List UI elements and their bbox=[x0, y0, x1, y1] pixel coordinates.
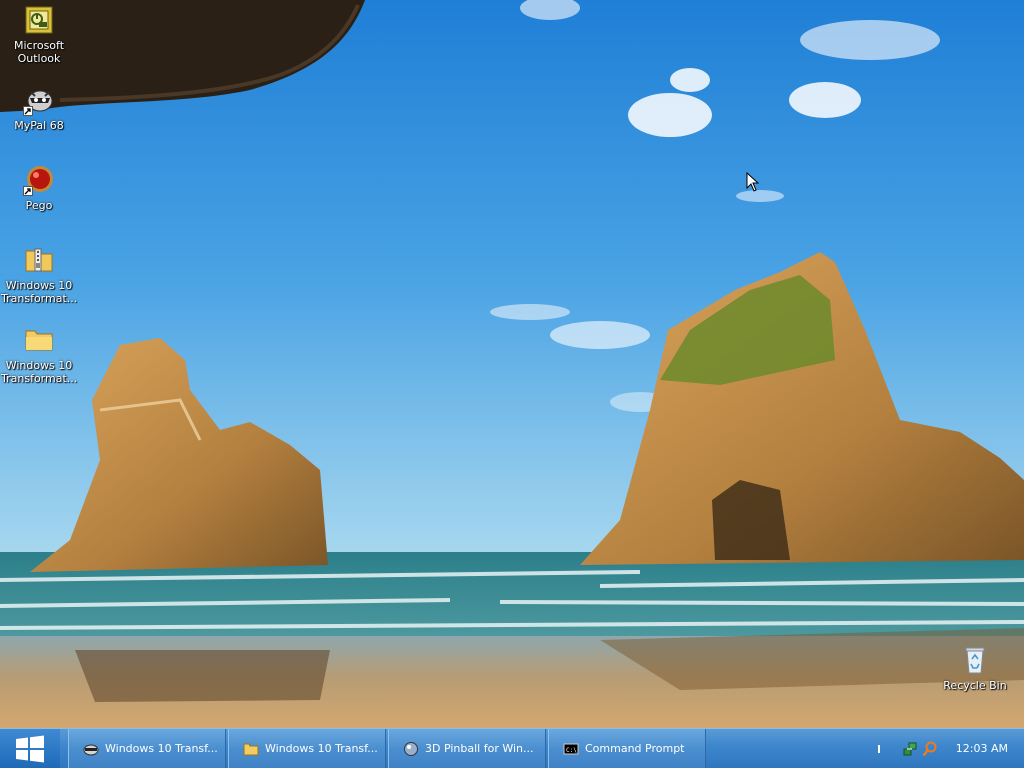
taskbar-buttons: Windows 10 Transf... Windows 10 Transf..… bbox=[60, 729, 708, 768]
recycle-bin-icon bbox=[959, 644, 991, 676]
taskbar-button-pinball[interactable]: 3D Pinball for Win... bbox=[388, 729, 546, 768]
mypal-raccoon-icon bbox=[83, 741, 99, 757]
desktop-icon-pego[interactable]: Pego bbox=[0, 164, 78, 212]
system-tray: 12:03 AM bbox=[877, 729, 1024, 768]
shortcut-arrow-icon bbox=[23, 186, 33, 196]
start-button[interactable] bbox=[0, 729, 60, 768]
desktop-icon-mypal[interactable]: MyPal 68 bbox=[0, 84, 78, 132]
mouse-cursor-icon bbox=[746, 171, 760, 192]
desktop-icon-windows10-transformation-zip[interactable]: Windows 10 Transformat... bbox=[0, 244, 78, 305]
search-icon[interactable] bbox=[922, 741, 938, 757]
desktop-icon-windows10-transformation-folder[interactable]: Windows 10 Transformat... bbox=[0, 324, 78, 385]
taskbar-button-command-prompt[interactable]: C:\ Command Prompt bbox=[548, 729, 706, 768]
taskbar-button-folder[interactable]: Windows 10 Transf... bbox=[228, 729, 386, 768]
tray-separator bbox=[877, 744, 880, 753]
desktop-wallpaper bbox=[0, 0, 1024, 728]
desktop-icon-microsoft-outlook[interactable]: Microsoft Outlook bbox=[0, 4, 78, 65]
taskbar-button-label: Windows 10 Transf... bbox=[105, 742, 218, 755]
mypal-raccoon-icon bbox=[23, 84, 55, 116]
desktop-icon-label: Pego bbox=[25, 199, 53, 212]
taskbar-button-label: 3D Pinball for Win... bbox=[425, 742, 534, 755]
desktop-icon-label: Windows 10 Transformat... bbox=[1, 279, 78, 305]
shortcut-arrow-icon bbox=[23, 106, 33, 116]
desktop-icon-label: MyPal 68 bbox=[14, 119, 64, 132]
zip-folder-icon bbox=[23, 244, 55, 276]
taskbar-button-label: Command Prompt bbox=[585, 742, 685, 755]
desktop-icon-label: Recycle Bin bbox=[943, 679, 1007, 692]
folder-icon bbox=[243, 741, 259, 757]
desktop-icon-recycle-bin[interactable]: Recycle Bin bbox=[936, 644, 1014, 692]
pinball-icon bbox=[403, 741, 419, 757]
svg-text:C:\: C:\ bbox=[566, 747, 577, 754]
folder-icon bbox=[23, 324, 55, 356]
taskbar: Windows 10 Transf... Windows 10 Transf..… bbox=[0, 728, 1024, 768]
desktop-icon-label: Windows 10 Transformat... bbox=[1, 359, 78, 385]
desktop-icon-label: Microsoft Outlook bbox=[13, 39, 65, 65]
clock[interactable]: 12:03 AM bbox=[956, 742, 1008, 755]
taskbar-button-mypal[interactable]: Windows 10 Transf... bbox=[68, 729, 226, 768]
command-prompt-icon: C:\ bbox=[563, 741, 579, 757]
network-icon[interactable] bbox=[902, 741, 918, 757]
pego-red-ball-icon bbox=[23, 164, 55, 196]
taskbar-button-label: Windows 10 Transf... bbox=[265, 742, 378, 755]
outlook-icon bbox=[23, 4, 55, 36]
windows-logo-icon bbox=[16, 735, 44, 762]
